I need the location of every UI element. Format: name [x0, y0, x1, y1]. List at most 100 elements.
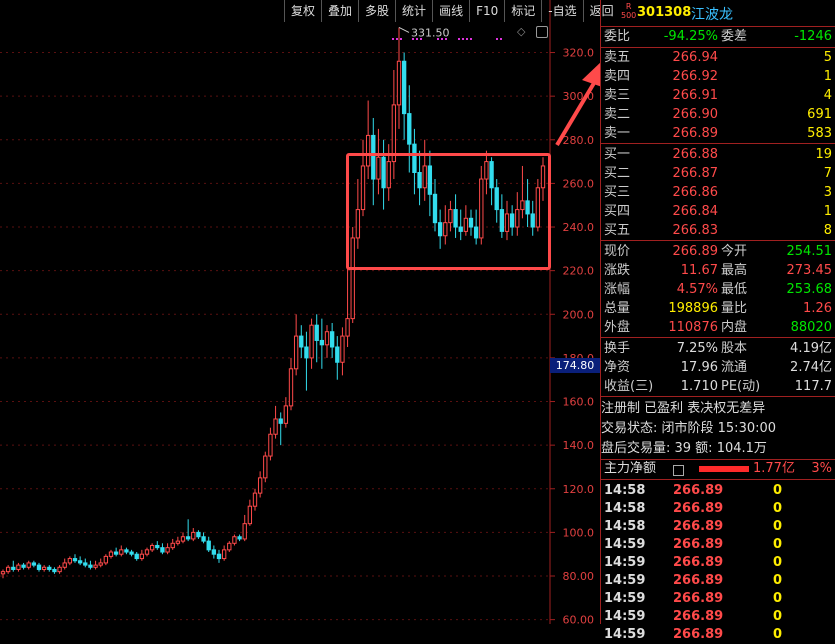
stock-code: 301308: [637, 5, 692, 20]
divider: [601, 143, 835, 144]
y-tick-label: 240.0: [563, 221, 595, 234]
signal-dot: [470, 38, 472, 40]
level-volume: 5: [823, 50, 832, 65]
level-volume: 4: [823, 88, 832, 103]
toolbar-btn-2[interactable]: 多股: [358, 0, 395, 22]
high-value-label: 331.50: [411, 26, 450, 39]
bid-row[interactable]: 买四 266.84 1: [601, 203, 835, 221]
fin-row: 净资 17.96 流通 2.74亿: [601, 359, 835, 377]
quote-label: 现价: [604, 244, 631, 259]
tick-volume: 0: [773, 573, 783, 588]
high-marker: 331.50: [392, 26, 502, 40]
stock-name[interactable]: 江波龙: [691, 4, 733, 24]
weicha-label: 委差: [721, 29, 748, 44]
level-price: 266.90: [672, 107, 719, 122]
level-label: 卖五: [604, 50, 631, 65]
diamond-icon[interactable]: ◇: [517, 26, 529, 38]
candle-body: [0, 571, 6, 575]
candle-body: [57, 566, 62, 573]
candle-body: [134, 553, 139, 560]
candle-body: [232, 536, 237, 544]
candle-body: [299, 335, 304, 348]
level-label: 卖一: [604, 126, 631, 141]
toolbar-btn-1[interactable]: 叠加: [321, 0, 358, 22]
toolbar-btn-7[interactable]: -自选: [541, 0, 582, 22]
candles: [0, 27, 546, 579]
main-flow-pct: 3%: [811, 461, 832, 476]
tick-price: 266.89: [673, 627, 724, 642]
ask-row[interactable]: 卖一 266.89 583: [601, 125, 835, 143]
bid-row[interactable]: 买三 266.86 3: [601, 184, 835, 202]
tick-row: 14:58 266.89 0: [601, 482, 835, 500]
candle-body: [335, 346, 340, 363]
level-price: 266.83: [672, 223, 719, 238]
candle-body: [47, 566, 52, 570]
toolbar-btn-4[interactable]: 画线: [432, 0, 469, 22]
quote-row: 涨跌 11.67 最高 273.45: [601, 262, 835, 280]
ask-row[interactable]: 卖四 266.92 1: [601, 68, 835, 86]
quote-value: 198896: [668, 301, 718, 316]
candle-body: [242, 523, 247, 540]
candle-body: [191, 531, 196, 540]
quote-row: 现价 266.89 今开 254.51: [601, 243, 835, 261]
stock-tags: 注册制 已盈利 表决权无差异: [601, 401, 766, 416]
candle-body: [401, 60, 407, 115]
bid-row[interactable]: 买一 266.88 19: [601, 146, 835, 164]
tick-row: 14:59 266.89 0: [601, 572, 835, 590]
level-volume: 583: [807, 126, 832, 141]
fin-value: 7.25%: [676, 341, 718, 356]
signal-dot: [437, 38, 439, 40]
candle-body: [129, 551, 134, 555]
candle-body: [108, 551, 114, 557]
tick-time: 14:58: [604, 483, 646, 498]
candle-body: [119, 549, 124, 555]
fin-label2: PE(动): [721, 379, 761, 394]
level-price: 266.91: [672, 88, 719, 103]
tick-row: 14:59 266.89 0: [601, 608, 835, 626]
level-label: 买四: [604, 204, 631, 219]
bid-row[interactable]: 买二 266.87 7: [601, 165, 835, 183]
fin-label2: 流通: [721, 360, 748, 375]
signal-dot: [441, 38, 443, 40]
ask-row[interactable]: 卖三 266.91 4: [601, 87, 835, 105]
bid-row[interactable]: 买五 266.83 8: [601, 222, 835, 240]
candle-body: [314, 324, 319, 341]
tick-time: 14:58: [604, 519, 646, 534]
candle-body: [288, 368, 294, 407]
candle-body: [273, 418, 278, 435]
quote-row: 总量 198896 量比 1.26: [601, 300, 835, 318]
toolbar-btn-3[interactable]: 统计: [395, 0, 432, 22]
ask-row[interactable]: 卖二 266.90 691: [601, 106, 835, 124]
fin-label2: 股本: [721, 341, 748, 356]
level-label: 卖三: [604, 88, 631, 103]
toolbar-btn-0[interactable]: 复权: [284, 0, 321, 22]
tick-price: 266.89: [673, 591, 724, 606]
window-icon[interactable]: [536, 26, 548, 38]
tick-price: 266.89: [673, 573, 724, 588]
candle-body: [268, 433, 273, 457]
candle-body: [206, 540, 211, 551]
main-flow-row[interactable]: 主力净额 1.77亿 3%: [601, 460, 835, 478]
tick-row: 14:58 266.89 0: [601, 518, 835, 536]
quote-panel: R 500 301308 江波龙 委比 -94.25% 委差 -1246 卖五 2…: [600, 0, 835, 642]
candle-body: [396, 60, 402, 106]
y-tick-label: 160.0: [563, 396, 595, 409]
level-volume: 3: [823, 185, 832, 200]
divider: [601, 396, 835, 397]
consolidation-highlight-box: [346, 153, 551, 270]
candle-body: [16, 564, 21, 570]
quote-row: 外盘 110876 内盘 88020: [601, 319, 835, 337]
fin-value: 1.710: [680, 379, 718, 394]
candle-body: [185, 536, 191, 540]
y-tick-label: 260.0: [563, 177, 595, 190]
quote-label: 涨跌: [604, 263, 631, 278]
kline-chart[interactable]: 320.0300.0280.0260.0240.0220.0200.0180.0…: [0, 0, 600, 624]
toolbar-btn-6[interactable]: 标记: [504, 0, 541, 22]
candle-body: [72, 558, 78, 562]
ask-row[interactable]: 卖五 266.94 5: [601, 49, 835, 67]
y-tick-label: 320.0: [563, 47, 595, 60]
high-pointer: [398, 27, 410, 33]
toolbar-btn-5[interactable]: F10: [469, 0, 504, 22]
signal-dot: [400, 38, 402, 40]
divider: [601, 337, 835, 338]
